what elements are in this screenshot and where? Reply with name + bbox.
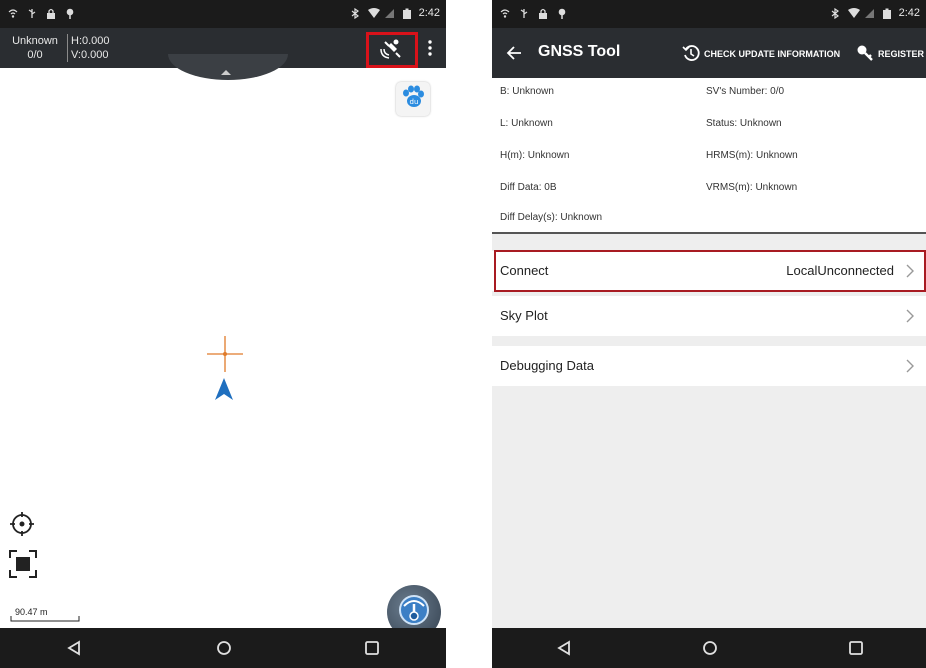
hrms: HRMS(m): Unknown: [706, 150, 798, 161]
wifi-hotspot-icon: [500, 8, 510, 19]
wifi-hotspot-icon: [8, 8, 18, 19]
lock-icon: [46, 8, 56, 19]
status-bar: 2:42: [492, 0, 926, 28]
crosshair-icon: [207, 336, 243, 372]
menu-item-label: Sky Plot: [500, 308, 548, 323]
signal-icon: [864, 8, 875, 19]
check-update-label: CHECK UPDATE INFORMATION: [704, 49, 841, 59]
gnss-info-panel: B: Unknown SV's Number: 0/0 L: Unknown S…: [492, 78, 926, 234]
more-vertical-icon[interactable]: [428, 40, 432, 56]
solution-type: Unknown: [12, 35, 58, 47]
menu-item-label: Debugging Data: [500, 358, 594, 373]
location-arrow-icon: [215, 378, 233, 400]
system-nav-bar: [492, 628, 926, 668]
fix-status: Status: Unknown: [706, 118, 782, 129]
signal-icon: [384, 8, 395, 19]
locate-icon: [10, 512, 34, 540]
battery-icon: [402, 8, 412, 19]
height-h: H(m): Unknown: [500, 150, 570, 161]
menu-item-label: Connect: [500, 263, 549, 278]
diff-delay: Diff Delay(s): Unknown: [500, 212, 603, 223]
longitude-l: L: Unknown: [500, 118, 553, 129]
location-pin-icon: [65, 8, 75, 19]
baidu-paw-icon: du: [400, 85, 426, 114]
menu-item-connect[interactable]: Connect LocalUnconnected: [492, 251, 926, 291]
wifi-icon: [847, 7, 860, 19]
chevron-right-icon: [906, 359, 914, 373]
vrms: VRMS(m): Unknown: [706, 182, 798, 193]
scale-label: 90.47 m: [15, 607, 48, 617]
status-clock: 2:42: [898, 7, 920, 19]
key-icon: [856, 44, 874, 64]
sv-number: SV's Number: 0/0: [706, 86, 785, 97]
compass-dome[interactable]: [168, 54, 288, 80]
chevron-right-icon: [906, 264, 914, 278]
history-icon: [682, 44, 700, 64]
back-nav-icon[interactable]: [556, 640, 572, 656]
home-nav-icon[interactable]: [702, 640, 718, 656]
register-button[interactable]: REGISTER: [856, 44, 924, 64]
location-pin-icon: [557, 8, 567, 19]
back-arrow-icon[interactable]: [506, 45, 522, 61]
diff-data: Diff Data: 0B: [500, 182, 557, 193]
status-clock: 2:42: [418, 7, 440, 19]
page-title: GNSS Tool: [538, 43, 621, 60]
menu-item-sky-plot[interactable]: Sky Plot: [492, 296, 926, 336]
h-precision: H:0.000: [71, 35, 110, 47]
map-screen: 2:42 Unknown 0/0 H:0.000 V:0.000 du 90.4…: [0, 0, 446, 668]
fullscreen-button[interactable]: [9, 550, 37, 578]
system-nav-bar: [0, 628, 446, 668]
wifi-icon: [367, 7, 380, 19]
app-bar: GNSS Tool CHECK UPDATE INFORMATION REGIS…: [492, 28, 926, 78]
baidu-map-button[interactable]: du: [396, 82, 430, 116]
connection-status-value: LocalUnconnected: [786, 263, 894, 278]
divider: [67, 34, 68, 62]
recents-nav-icon[interactable]: [364, 640, 380, 656]
bluetooth-icon: [351, 7, 361, 19]
lock-icon: [538, 8, 548, 19]
gnss-tool-screen: 2:42 GNSS Tool CHECK UPDATE INFORMATION …: [492, 0, 926, 668]
chevron-right-icon: [906, 309, 914, 323]
home-nav-icon[interactable]: [216, 640, 232, 656]
menu-item-debugging-data[interactable]: Debugging Data: [492, 346, 926, 386]
register-label: REGISTER: [878, 49, 925, 59]
svg-text:du: du: [410, 98, 419, 106]
bluetooth-icon: [831, 7, 841, 19]
usb-icon: [519, 8, 529, 19]
back-nav-icon[interactable]: [66, 640, 82, 656]
status-bar: 2:42: [0, 0, 446, 28]
usb-icon: [27, 8, 37, 19]
satellite-count: 0/0: [27, 49, 43, 61]
solution-status[interactable]: Unknown 0/0: [6, 34, 64, 62]
precision-readout[interactable]: H:0.000 V:0.000: [71, 34, 110, 62]
locate-button[interactable]: [10, 512, 34, 536]
latitude-b: B: Unknown: [500, 86, 554, 97]
satellite-icon: [380, 37, 404, 64]
fullscreen-icon: [9, 550, 37, 582]
check-update-button[interactable]: CHECK UPDATE INFORMATION: [682, 44, 840, 64]
gnss-tool-button[interactable]: [366, 32, 418, 68]
battery-icon: [882, 8, 892, 19]
navigation-icon: [396, 592, 432, 633]
recents-nav-icon[interactable]: [848, 640, 864, 656]
chevron-up-icon: [221, 70, 231, 75]
v-precision: V:0.000: [71, 49, 109, 61]
